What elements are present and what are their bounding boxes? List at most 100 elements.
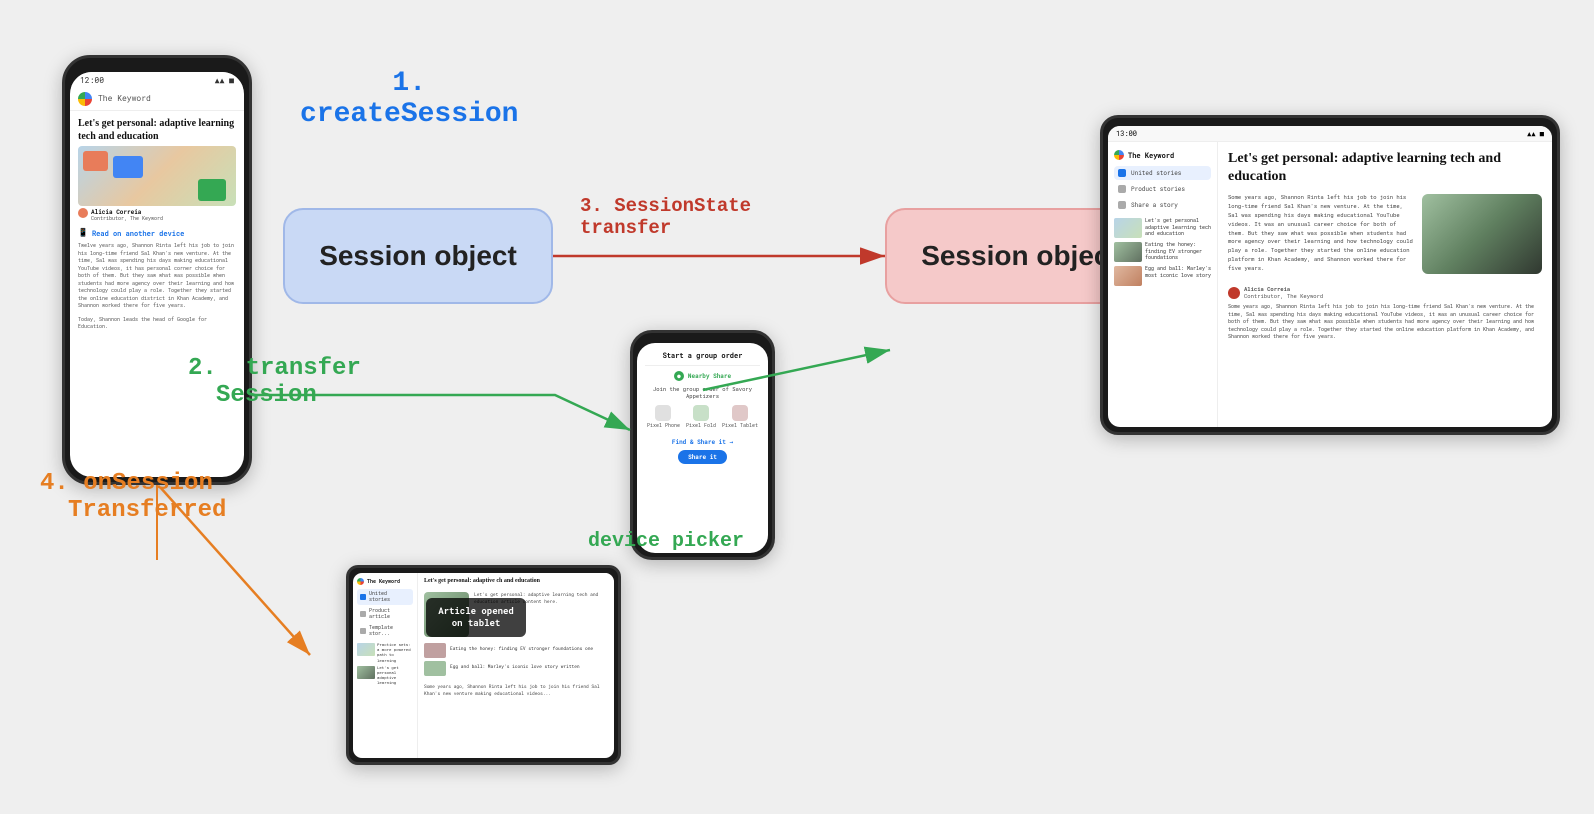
tablet-author-role: Contributor, The Keyword xyxy=(1244,293,1323,300)
tbs-thumbnails: Practice sets: a more powered path to le… xyxy=(357,643,413,687)
tablet-sidebar-item-1[interactable]: United stories xyxy=(1114,166,1211,180)
device-label-2: Pixel Fold xyxy=(686,423,716,429)
tablet-sidebar: The Keyword United stories Product stori… xyxy=(1108,142,1218,427)
tbs-logo-text: The Keyword xyxy=(367,579,400,585)
sidebar-thumb-img-3 xyxy=(1114,266,1142,286)
step-4-label: 4. onSession Transferred xyxy=(40,470,226,524)
tablet-sidebar-item-2[interactable]: Product stories xyxy=(1114,182,1211,196)
step-1-text: createSession xyxy=(300,99,518,130)
diagram-container: 12:00 ▲▲ ■ The Keyword Let's get persona… xyxy=(0,0,1594,814)
picker-header: Start a group order xyxy=(663,351,743,360)
tbs-thumb-text-2: Let's get personal adaptive learning xyxy=(377,666,413,687)
author-name: Alicia Correia xyxy=(91,208,163,216)
step-3-label: 3. SessionState transfer xyxy=(580,195,751,239)
tbs-more-items: Eating the honey: finding EV stronger fo… xyxy=(418,640,614,682)
tbs-sidebar-item-3[interactable]: Template stor... xyxy=(357,623,413,639)
session-box-left-text: Session object xyxy=(319,240,517,272)
tablet-article-title: Let's get personal: adaptive learning te… xyxy=(1228,150,1542,186)
tbs-item-img-1 xyxy=(424,643,446,658)
nearby-share-label: Nearby Share xyxy=(688,372,731,380)
phone-article-image xyxy=(78,146,236,206)
tbs-label-2: Product article xyxy=(369,608,410,620)
sidebar-icon-2 xyxy=(1118,185,1126,193)
picker-share-button[interactable]: Share it xyxy=(678,450,727,464)
read-on-device-link[interactable]: 📱 Read on another device xyxy=(70,226,244,240)
sidebar-thumb-text-3: Egg and ball: Marley's most iconic love … xyxy=(1145,266,1211,279)
device-picker-screen: Start a group order ● Nearby Share Join … xyxy=(637,343,768,553)
tbs-article-title: Let's get personal: adaptive ch and educ… xyxy=(418,573,614,589)
tbs-thumb-img-2 xyxy=(357,666,375,679)
tbs-thumb-2: Let's get personal adaptive learning xyxy=(357,666,413,687)
tbs-sidebar-item-1[interactable]: United stories xyxy=(357,589,413,605)
tablet-logo-text: The Keyword xyxy=(1128,151,1174,160)
tablet-status-icons: ▲▲ ■ xyxy=(1527,129,1544,138)
tablet-footer-text: Some years ago, Shannon Rinta left his j… xyxy=(1228,300,1542,346)
nearby-icon: ● xyxy=(674,371,684,381)
phone-left-screen: 12:00 ▲▲ ■ The Keyword Let's get persona… xyxy=(70,72,244,477)
tablet-bottom-screen: The Keyword United stories Product artic… xyxy=(353,573,614,758)
tbs-label-1: United stories xyxy=(369,591,410,603)
tbs-item-text-2: Egg and ball: Marley's iconic love story… xyxy=(450,665,580,671)
sidebar-thumb-text-2: Eating the honey: finding EV stronger fo… xyxy=(1145,242,1211,262)
sidebar-label-3: Share a story xyxy=(1131,201,1178,209)
sidebar-thumb-text-1: Let's get personal adaptive learning tec… xyxy=(1145,218,1211,238)
phone-left-mockup: 12:00 ▲▲ ■ The Keyword Let's get persona… xyxy=(62,55,252,485)
sidebar-thumbnails: Let's get personal adaptive learning tec… xyxy=(1114,218,1211,286)
picker-devices: Pixel Phone Pixel Fold Pixel Tablet xyxy=(647,405,758,429)
sidebar-thumb-img-2 xyxy=(1114,242,1142,262)
author-role: Contributor, The Keyword xyxy=(91,216,163,222)
step-3-number: 3. xyxy=(580,195,614,217)
tbs-icon-3 xyxy=(360,628,366,634)
step-2-number-text1: 2. transfer xyxy=(188,355,361,382)
step-2-label: 2. transfer Session xyxy=(188,355,361,409)
tablet-bottom-mockup: The Keyword United stories Product artic… xyxy=(346,565,621,765)
nearby-share-btn[interactable]: ● Nearby Share xyxy=(674,371,731,381)
tbs-icon-1 xyxy=(360,594,366,600)
sidebar-thumb-2: Eating the honey: finding EV stronger fo… xyxy=(1114,242,1211,262)
tablet-sidebar-item-3[interactable]: Share a story xyxy=(1114,198,1211,212)
tbs-item-2: Egg and ball: Marley's iconic love story… xyxy=(424,661,608,676)
tablet-main-content: Let's get personal: adaptive learning te… xyxy=(1218,142,1552,427)
sidebar-label-1: United stories xyxy=(1131,169,1181,177)
tbs-logo: The Keyword xyxy=(357,578,413,585)
sidebar-label-2: Product stories xyxy=(1131,185,1185,193)
tbs-label-3: Template stor... xyxy=(369,625,410,637)
tbs-sidebar: The Keyword United stories Product artic… xyxy=(353,573,418,758)
step-1-label: 1. createSession xyxy=(300,68,518,130)
device-label-1: Pixel Phone xyxy=(647,423,680,429)
tablet-author-name: Alicia Correia xyxy=(1244,286,1323,293)
picker-device-1: Pixel Phone xyxy=(647,405,680,429)
sidebar-thumb-1: Let's get personal adaptive learning tec… xyxy=(1114,218,1211,238)
tbs-footer-text: Some years ago, Shannon Rinta left his j… xyxy=(418,682,614,700)
article-opened-overlay: Article opened on tablet xyxy=(426,598,526,637)
sidebar-icon-3 xyxy=(1118,201,1126,209)
device-icon-2 xyxy=(693,405,709,421)
tablet-g-logo-icon xyxy=(1114,150,1124,160)
tbs-sidebar-item-2[interactable]: Product article xyxy=(357,606,413,622)
tbs-thumb-1: Practice sets: a more powered path to le… xyxy=(357,643,413,664)
tablet-logo: The Keyword xyxy=(1114,150,1211,160)
tablet-author-section: Alicia Correia Contributor, The Keyword xyxy=(1228,286,1542,300)
device-icon-3 xyxy=(732,405,748,421)
tablet-article-image xyxy=(1422,194,1542,274)
session-box-left: Session object xyxy=(283,208,553,304)
phone-author-section: Alicia Correia Contributor, The Keyword xyxy=(70,206,244,226)
tbs-main-content: Let's get personal: adaptive ch and educ… xyxy=(418,573,614,758)
tablet-status-bar: 13:00 ▲▲ ■ xyxy=(1108,126,1552,142)
tbs-item-text-1: Eating the honey: finding EV stronger fo… xyxy=(450,647,593,653)
status-time: 12:00 xyxy=(80,76,104,86)
phone-author: Alicia Correia Contributor, The Keyword xyxy=(78,208,236,222)
sidebar-thumb-img-1 xyxy=(1114,218,1142,238)
step-4-number-text: 4. onSession xyxy=(40,470,226,497)
picker-footer: Find & Share it → xyxy=(672,438,733,446)
step-2-text2: Session xyxy=(188,382,361,409)
tablet-author-avatar xyxy=(1228,287,1240,299)
google-logo-icon xyxy=(78,92,92,106)
picker-device-3: Pixel Tablet xyxy=(722,405,758,429)
tbs-g-logo-icon xyxy=(357,578,364,585)
tbs-thumb-img-1 xyxy=(357,643,375,656)
picker-instruction: Join the group order of Savory Appetizer… xyxy=(645,386,760,400)
tbs-thumb-text-1: Practice sets: a more powered path to le… xyxy=(377,643,413,664)
step-1-number: 1. xyxy=(300,68,518,99)
tablet-screen-content: The Keyword United stories Product stori… xyxy=(1108,142,1552,427)
